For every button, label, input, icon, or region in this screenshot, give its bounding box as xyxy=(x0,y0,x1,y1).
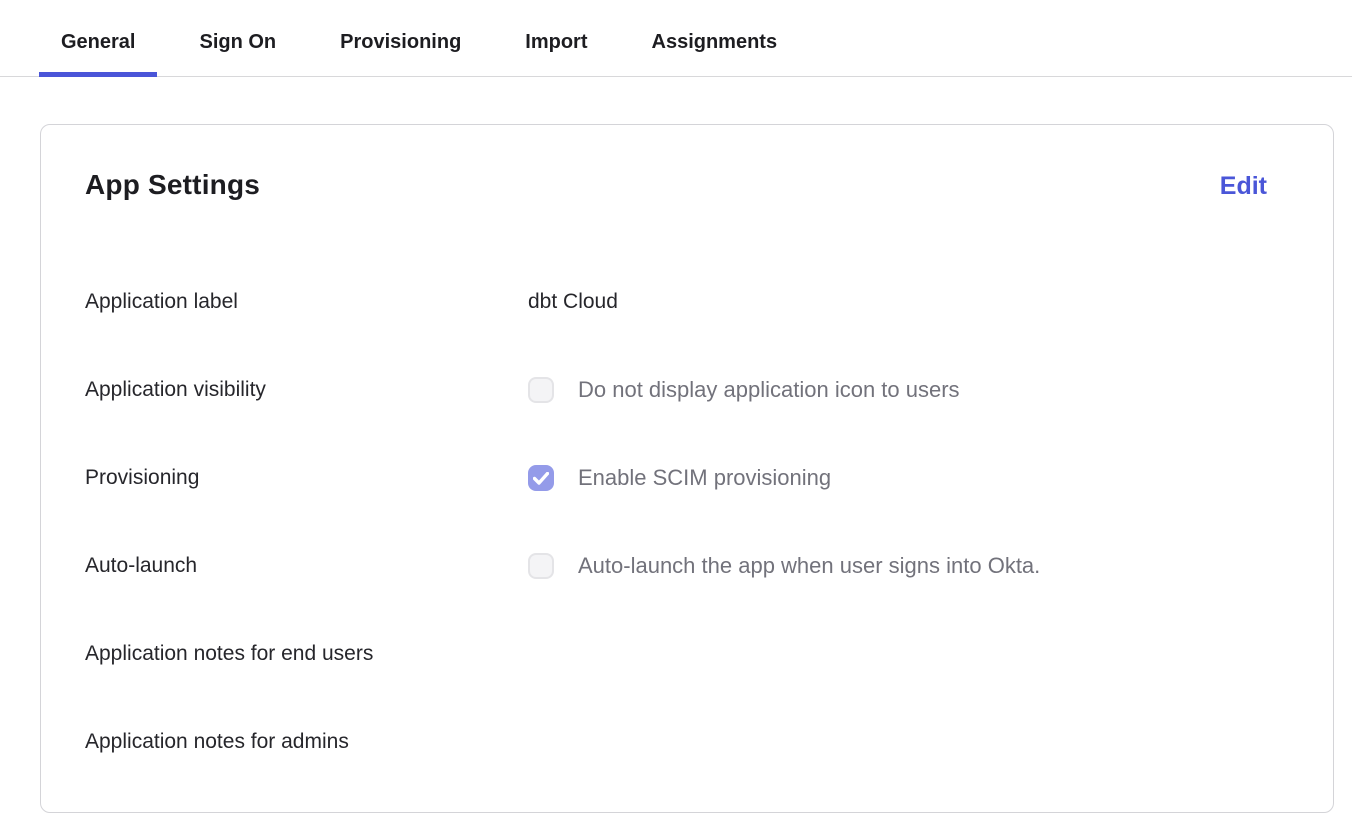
edit-button[interactable]: Edit xyxy=(1220,172,1267,201)
provisioning-checkbox[interactable] xyxy=(528,465,554,491)
auto-launch-checkbox-group: Auto-launch the app when user signs into… xyxy=(528,553,1040,579)
provisioning-checkbox-group: Enable SCIM provisioning xyxy=(528,465,831,491)
field-label: Application label xyxy=(85,289,528,315)
field-label: Application notes for admins xyxy=(85,729,528,755)
application-label-value: dbt Cloud xyxy=(528,289,618,315)
tab-general[interactable]: General xyxy=(39,0,157,76)
tab-provisioning[interactable]: Provisioning xyxy=(318,0,483,76)
card-title: App Settings xyxy=(85,169,260,201)
row-auto-launch: Auto-launch Auto-launch the app when use… xyxy=(85,553,1267,579)
settings-rows: Application label dbt Cloud Application … xyxy=(85,289,1267,755)
field-label: Application visibility xyxy=(85,377,528,403)
app-settings-card: App Settings Edit Application label dbt … xyxy=(40,124,1334,813)
field-label: Auto-launch xyxy=(85,553,528,579)
visibility-checkbox-group: Do not display application icon to users xyxy=(528,377,960,403)
row-notes-admins: Application notes for admins xyxy=(85,729,1267,755)
row-notes-end-users: Application notes for end users xyxy=(85,641,1267,667)
provisioning-checkbox-label: Enable SCIM provisioning xyxy=(578,465,831,491)
row-provisioning: Provisioning Enable SCIM provisioning xyxy=(85,465,1267,491)
tab-assignments[interactable]: Assignments xyxy=(630,0,800,76)
field-label: Application notes for end users xyxy=(85,641,528,667)
tab-sign-on[interactable]: Sign On xyxy=(177,0,298,76)
tab-import[interactable]: Import xyxy=(503,0,609,76)
field-label: Provisioning xyxy=(85,465,528,491)
auto-launch-checkbox[interactable] xyxy=(528,553,554,579)
card-header: App Settings Edit xyxy=(85,169,1267,201)
visibility-checkbox-label: Do not display application icon to users xyxy=(578,377,960,403)
row-application-visibility: Application visibility Do not display ap… xyxy=(85,377,1267,403)
row-application-label: Application label dbt Cloud xyxy=(85,289,1267,315)
checkmark-icon xyxy=(533,472,549,485)
auto-launch-checkbox-label: Auto-launch the app when user signs into… xyxy=(578,553,1040,579)
visibility-checkbox[interactable] xyxy=(528,377,554,403)
tab-bar: General Sign On Provisioning Import Assi… xyxy=(0,0,1352,77)
